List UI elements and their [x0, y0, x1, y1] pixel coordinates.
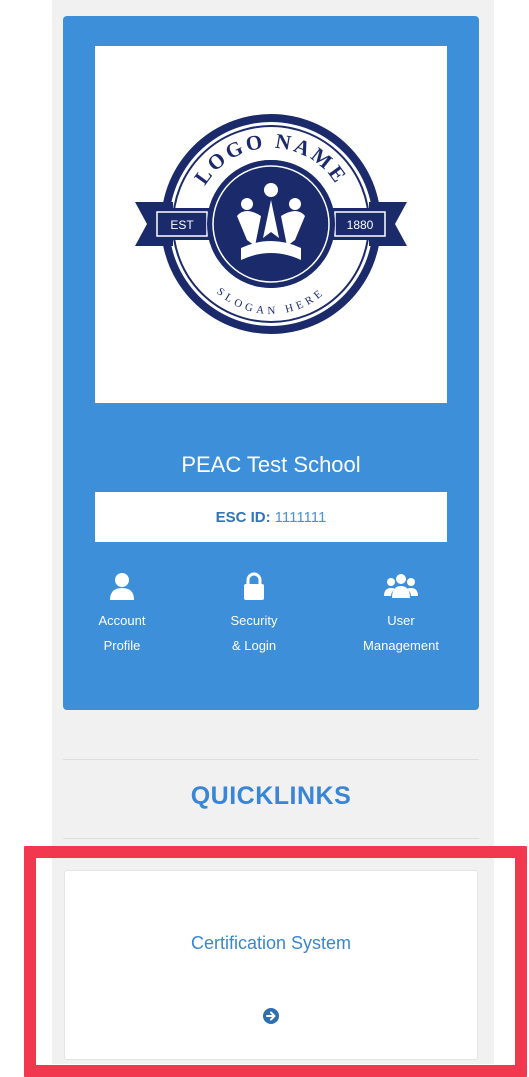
divider-bottom [63, 838, 479, 839]
school-profile-card: EST 1880 LOGO NAME SLOGAN HERE PEAC Test… [63, 16, 479, 710]
esc-id-box: ESC ID: 1111111 [95, 492, 447, 542]
quicklink-label[interactable]: Certification System [65, 933, 477, 954]
account-profile-line1: Account [98, 613, 146, 628]
security-login-line2: & Login [231, 638, 277, 653]
account-profile-line2: Profile [103, 638, 141, 653]
quicklinks-title: QUICKLINKS [190, 782, 352, 810]
ribbon-left-text: EST [170, 218, 194, 232]
security-login-link[interactable]: Security & Login [189, 572, 319, 658]
security-login-line1: Security [230, 613, 278, 628]
users-icon [384, 574, 418, 598]
school-logo: EST 1880 LOGO NAME SLOGAN HERE [95, 46, 447, 403]
lock-icon [244, 572, 264, 600]
esc-id-value: 1111111 [274, 508, 327, 526]
arrow-circle-right-icon[interactable] [262, 1007, 280, 1025]
esc-id-label: ESC ID: [215, 508, 271, 526]
divider-top [63, 759, 479, 760]
account-profile-link[interactable]: Account Profile [57, 572, 187, 658]
user-management-line2: Management [363, 638, 439, 653]
user-management-line1: User [387, 613, 415, 628]
user-management-link[interactable]: User Management [336, 572, 466, 658]
quicklink-certification-system[interactable]: Certification System [64, 870, 478, 1060]
ribbon-right-text: 1880 [347, 218, 374, 232]
user-icon [110, 573, 134, 600]
school-name: PEAC Test School [181, 452, 361, 477]
